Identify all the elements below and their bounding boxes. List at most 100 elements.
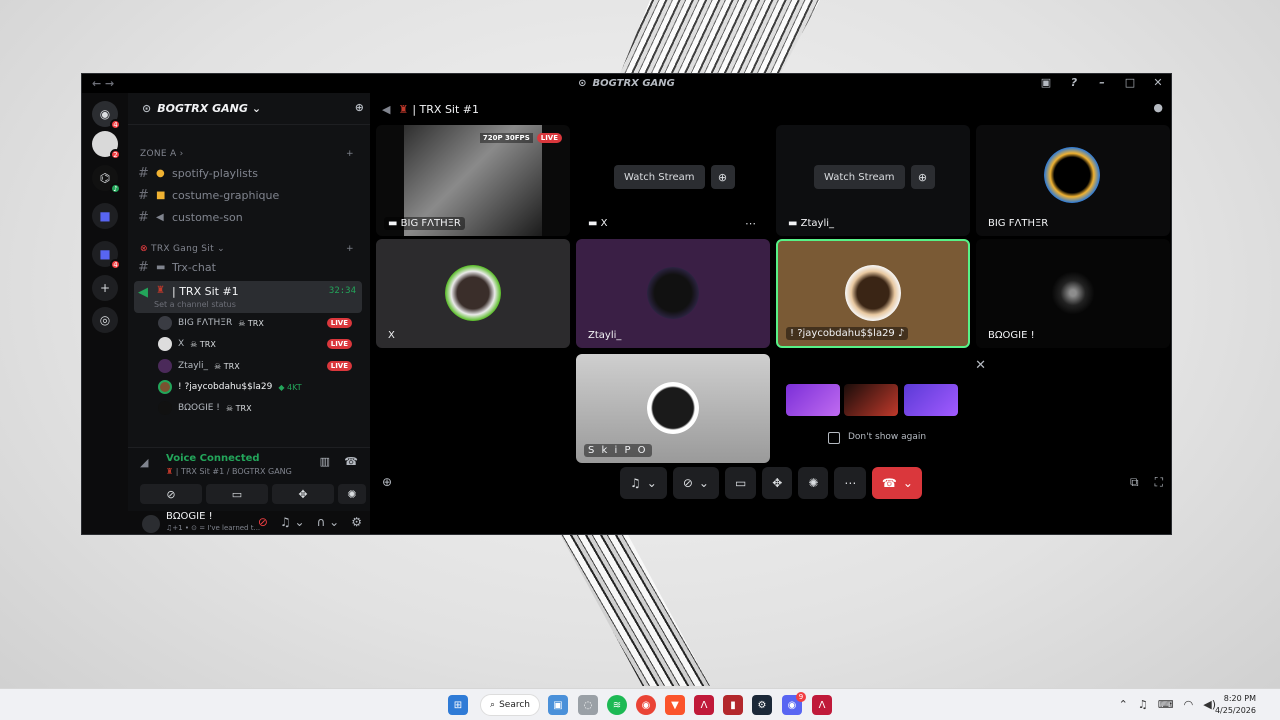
maximize-button[interactable]: □ — [1123, 76, 1137, 89]
participant-tile[interactable]: X — [376, 239, 570, 348]
voice-user[interactable]: BIG FΛTHΞR ☠ TRX LIVE — [158, 314, 358, 332]
microphone-button[interactable]: ♫ ⌄ — [620, 467, 667, 499]
participant-tile[interactable]: Ztayli_ — [576, 239, 770, 348]
start-icon[interactable]: ⊞ — [448, 695, 468, 715]
camera-off-icon[interactable]: ⊘ — [258, 515, 268, 529]
server-trx-icon[interactable]: ⌬ ♪ — [92, 165, 121, 194]
mic-muted-icon: ♪ — [897, 328, 905, 339]
activities-button[interactable]: ✥ — [272, 484, 334, 504]
camera-off-button[interactable]: ⊘ — [140, 484, 202, 504]
chrome-icon[interactable]: ◉ — [636, 695, 656, 715]
channel-item[interactable]: # ■ costume-graphique — [138, 185, 360, 205]
stream-tile-live[interactable]: 720P 30FPS LIVE ▬ BIG FΛTHΞR — [376, 125, 570, 236]
microphone-icon: ♫ — [630, 476, 641, 490]
channel-trx-chat[interactable]: # ▬ Trx-chat — [138, 257, 360, 277]
invite-people-icon[interactable]: ⊕ — [355, 101, 364, 114]
share-screen-button[interactable]: ▭ — [724, 467, 757, 499]
stream-tile-ztayli[interactable]: Watch Stream ⊕ ▬ Ztayli_ — [776, 125, 970, 236]
avatar — [158, 337, 172, 351]
microphone-icon[interactable]: ♫ ⌄ — [280, 515, 305, 529]
minimize-button[interactable]: – — [1095, 76, 1109, 89]
promo-banner-2[interactable] — [844, 384, 898, 416]
channel-emoji-icon: ● — [156, 167, 165, 179]
taskbar-search[interactable]: ⌕ Search — [480, 694, 540, 716]
channel-trx-sit-active[interactable]: ◀ ♜ | TRX Sit #1 32:34 Set a channel sta… — [134, 281, 362, 313]
brave-icon[interactable]: ▼ — [665, 695, 685, 715]
category-zone-a[interactable]: ZONE A › + — [140, 149, 354, 159]
app-red-icon-2[interactable]: ▮ — [723, 695, 743, 715]
avatar[interactable] — [142, 515, 160, 533]
activities-button[interactable]: ✥ — [762, 467, 793, 499]
settings-gear-icon[interactable]: ⚙ — [351, 515, 362, 529]
help-icon[interactable]: ? — [1067, 76, 1081, 89]
noise-suppression-icon[interactable]: ▥ — [320, 455, 330, 468]
close-icon[interactable]: ✕ — [975, 358, 986, 373]
invite-icon[interactable]: ⊕ — [382, 475, 392, 489]
wifi-icon[interactable]: ◠ — [1184, 698, 1194, 711]
home-icon[interactable]: ◉ 4 — [92, 101, 121, 130]
app-red-icon[interactable]: Λ — [694, 695, 714, 715]
watch-stream-group: Watch Stream ⊕ — [614, 165, 735, 189]
chevron-up-icon[interactable]: ⌃ — [1119, 698, 1128, 711]
soundboard-button[interactable]: ✺ — [338, 484, 366, 504]
participant-tile[interactable]: BΩOGIE ! — [976, 239, 1170, 348]
participant-tile[interactable]: BIG FΛTHΞR — [976, 125, 1170, 236]
watch-popout-icon[interactable]: ⊕ — [910, 165, 935, 189]
avatar — [845, 265, 901, 321]
soundboard-button[interactable]: ✺ — [798, 467, 829, 499]
clock[interactable]: 8:20 PM 4/25/2026 — [1215, 693, 1256, 717]
voice-user-speaking[interactable]: ! ?jaycobdahu$$la29 ◆ 4KT — [158, 378, 358, 396]
add-server-icon[interactable]: + — [92, 275, 118, 301]
disconnect-button[interactable]: ☎ ⌄ — [872, 467, 923, 499]
server-header[interactable]: ⊙ BOGTRX GANG ⌄ ⊕ — [128, 93, 370, 125]
voice-user[interactable]: X ☠ TRX LIVE — [158, 335, 358, 353]
microphone-icon[interactable]: ♫ — [1138, 698, 1148, 711]
discover-icon[interactable]: ◎ — [92, 307, 118, 333]
create-channel-icon[interactable]: + — [346, 149, 354, 159]
more-options-button[interactable]: ⋯ — [834, 467, 867, 499]
disconnect-icon[interactable]: ☎ — [344, 455, 358, 468]
channel-item[interactable]: # ◀ custome-son — [138, 207, 360, 227]
category-trx-gang-sit[interactable]: ⊗ TRX Gang Sit ⌄ + — [140, 244, 354, 254]
signal-icon[interactable]: ◢ — [140, 456, 148, 469]
promo-banner-3[interactable] — [904, 384, 958, 416]
create-channel-icon[interactable]: + — [346, 244, 354, 254]
watch-stream-button[interactable]: Watch Stream — [614, 165, 705, 189]
participant-tile[interactable]: S k i P O — [576, 354, 770, 463]
chevron-down-icon[interactable]: ⌄ — [647, 476, 657, 490]
headphones-icon[interactable]: ∩ ⌄ — [317, 515, 340, 529]
channel-item[interactable]: # ● spotify-playlists — [138, 163, 360, 183]
app-red-icon-3[interactable]: Λ — [812, 695, 832, 715]
text-channel-icon: # — [138, 187, 149, 203]
voice-user[interactable]: BΩOGIE ! ☠ TRX — [158, 399, 358, 417]
stream-tile-x[interactable]: Watch Stream ⊕ ▬ X ⋯ — [576, 125, 770, 236]
more-options-icon[interactable]: ⋯ — [745, 217, 756, 230]
share-screen-button[interactable]: ▭ — [206, 484, 268, 504]
live-badge: LIVE — [326, 339, 352, 349]
promo-banner-1[interactable] — [786, 384, 840, 416]
voice-user[interactable]: Ztayli_ ☠ TRX LIVE — [158, 357, 358, 375]
watch-popout-icon[interactable]: ⊕ — [710, 165, 735, 189]
spotify-icon[interactable]: ≋ — [607, 695, 627, 715]
keyboard-icon[interactable]: ⌨ — [1158, 698, 1174, 711]
participant-tile-speaking[interactable]: ! ?jaycobdahu$$la29 ♪ — [776, 239, 970, 348]
server-name: BOGTRX GANG — [157, 102, 248, 115]
folder-icon-2[interactable]: ■ 4 — [92, 241, 121, 270]
back-arrow-icon[interactable]: ← → — [92, 77, 114, 90]
app-icon[interactable]: ◌ — [578, 695, 598, 715]
folder-icon[interactable]: ■ — [92, 203, 118, 229]
camera-button[interactable]: ⊘ ⌄ — [672, 467, 719, 499]
fullscreen-icon[interactable]: ⛶ — [1155, 475, 1163, 490]
chat-bubble-icon[interactable]: ● — [1153, 101, 1163, 114]
steam-icon[interactable]: ⚙ — [752, 695, 772, 715]
widgets-icon[interactable]: ▣ — [548, 695, 568, 715]
dm-avatar[interactable]: 2 — [92, 131, 121, 160]
discord-icon[interactable]: ◉ 9 — [782, 692, 806, 715]
popout-icon[interactable]: ⧉ — [1130, 475, 1139, 490]
watch-stream-button[interactable]: Watch Stream — [814, 165, 905, 189]
close-button[interactable]: ✕ — [1151, 76, 1165, 89]
chevron-down-icon[interactable]: ⌄ — [699, 476, 709, 490]
dont-show-checkbox[interactable] — [828, 432, 840, 444]
guild-tag: ☠ TRX — [225, 403, 252, 413]
inbox-icon[interactable]: ▣ — [1039, 76, 1053, 89]
